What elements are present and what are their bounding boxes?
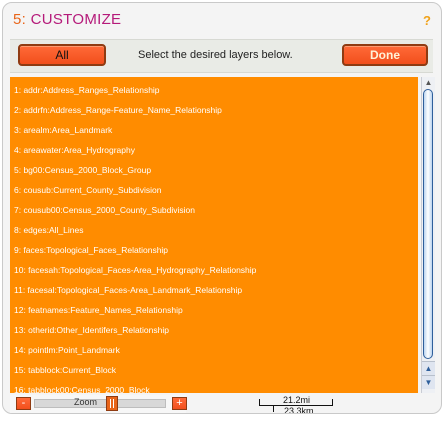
layer-item[interactable]: 5: bg00:Census_2000_Block_Group bbox=[14, 161, 151, 179]
scale-miles: 21.2mi bbox=[283, 395, 311, 405]
layer-item[interactable]: 14: pointlm:Point_Landmark bbox=[14, 341, 120, 359]
zoom-track[interactable] bbox=[34, 399, 166, 408]
zoom-label: Zoom bbox=[74, 397, 98, 407]
layer-scrollbar[interactable]: ▲ ▲ ▼ bbox=[421, 77, 435, 393]
layer-item[interactable]: 9: faces:Topological_Faces_Relationship bbox=[14, 241, 168, 259]
instruction-text: Select the desired layers below. bbox=[138, 49, 293, 61]
zoom-out-button[interactable]: - bbox=[16, 397, 31, 410]
layer-item[interactable]: 3: arealm:Area_Landmark bbox=[14, 121, 112, 139]
layer-item[interactable]: 10: facesah:Topological_Faces-Area_Hydro… bbox=[14, 261, 256, 279]
scroll-up-icon[interactable]: ▲ bbox=[422, 77, 435, 89]
layer-item[interactable]: 1: addr:Address_Ranges_Relationship bbox=[14, 81, 160, 99]
layer-item[interactable]: 16: tabblock00:Census_2000_Block bbox=[14, 381, 150, 393]
layer-item[interactable]: 15: tabblock:Current_Block bbox=[14, 361, 116, 379]
panel-header: 5: CUSTOMIZE bbox=[13, 11, 121, 28]
zoom-control: - Zoom + bbox=[10, 395, 187, 413]
customize-panel: 5: CUSTOMIZE ? All Select the desired la… bbox=[2, 2, 442, 414]
layer-item[interactable]: 2: addrfn:Address_Range-Feature_Name_Rel… bbox=[14, 101, 222, 119]
scroll-thumb[interactable] bbox=[423, 89, 433, 359]
layer-item[interactable]: 13: otherid:Other_Identifers_Relationshi… bbox=[14, 321, 169, 339]
layer-item[interactable]: 6: cousub:Current_County_Subdivision bbox=[14, 181, 161, 199]
layer-item[interactable]: 7: cousub00:Census_2000_County_Subdivisi… bbox=[14, 201, 195, 219]
scale-km: 23.3km bbox=[284, 406, 314, 414]
layer-item[interactable]: 4: areawater:Area_Hydrography bbox=[14, 141, 135, 159]
zoom-in-button[interactable]: + bbox=[172, 397, 187, 410]
panel-title: CUSTOMIZE bbox=[30, 11, 122, 28]
zoom-slider-handle[interactable] bbox=[106, 396, 118, 411]
layer-list: 1: addr:Address_Ranges_Relationship 2: a… bbox=[10, 77, 418, 393]
scale-tick bbox=[273, 405, 274, 412]
map-scale: 21.2mi 23.3km bbox=[259, 395, 333, 414]
help-icon[interactable]: ? bbox=[423, 13, 431, 28]
scroll-up-arrow-icon[interactable]: ▲ bbox=[422, 361, 435, 375]
step-number: 5: bbox=[13, 11, 27, 28]
layer-toolbar: All Select the desired layers below. Don… bbox=[10, 39, 433, 73]
all-button[interactable]: All bbox=[18, 44, 106, 66]
layer-item[interactable]: 8: edges:All_Lines bbox=[14, 221, 83, 239]
layer-item[interactable]: 11: facesal:Topological_Faces-Area_Landm… bbox=[14, 281, 242, 299]
done-button[interactable]: Done bbox=[342, 44, 428, 66]
scroll-down-arrow-icon[interactable]: ▼ bbox=[422, 375, 435, 389]
layer-item[interactable]: 12: featnames:Feature_Names_Relationship bbox=[14, 301, 183, 319]
